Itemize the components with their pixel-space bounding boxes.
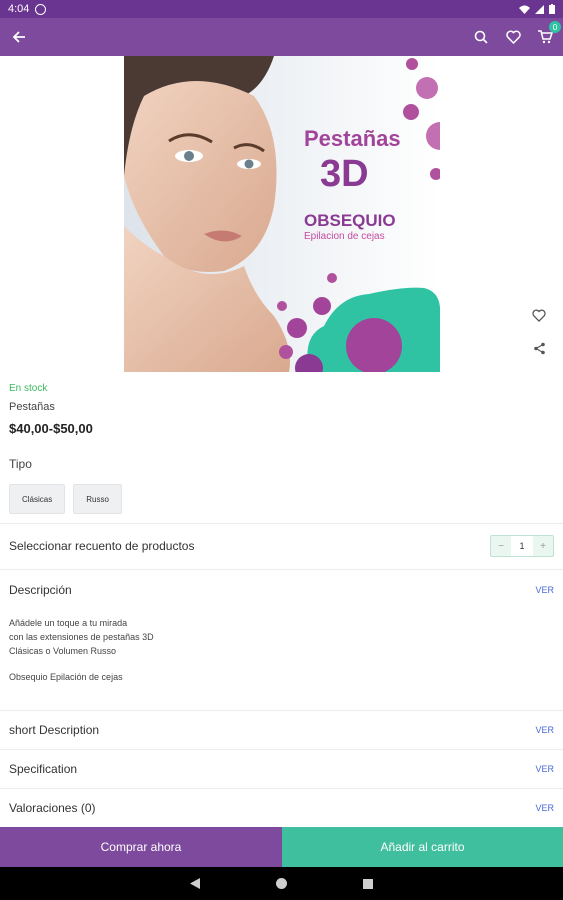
reviews-ver-link[interactable]: VER [535, 803, 554, 813]
cart-count-badge: 0 [549, 21, 561, 33]
decor-dot [277, 301, 287, 311]
description-line: Clásicas o Volumen Russo [9, 646, 117, 656]
specification-row[interactable]: Specification VER [0, 749, 563, 788]
app-bar: 0 [0, 18, 563, 56]
decor-dot [327, 273, 337, 283]
description-line: con las extensiones de pestañas 3D [9, 632, 154, 642]
option-russo[interactable]: Russo [73, 484, 122, 514]
decor-dot [406, 58, 418, 70]
wifi-icon [519, 5, 530, 14]
share-icon [533, 342, 545, 354]
share-button[interactable] [529, 338, 549, 358]
battery-icon [549, 4, 555, 14]
status-icons [519, 4, 555, 14]
option-label: Tipo [9, 457, 32, 471]
short-description-ver-link[interactable]: VER [535, 725, 554, 735]
nav-back-icon[interactable] [190, 878, 200, 889]
back-button[interactable] [8, 26, 30, 48]
reviews-row[interactable]: Valoraciones (0) VER [0, 788, 563, 827]
heart-icon [505, 30, 521, 44]
decor-dot [403, 104, 419, 120]
product-meta: En stock Pestañas $40,00-$50,00 [9, 383, 93, 436]
decor-dot [287, 318, 307, 338]
heart-outline-icon [532, 309, 546, 322]
system-nav-bar [0, 867, 563, 900]
quantity-stepper: − 1 + [490, 535, 554, 557]
decor-dot [313, 297, 331, 315]
product-image: Pestañas 3D OBSEQUIO Epilacion de cejas [124, 56, 440, 372]
quantity-decrease-button[interactable]: − [491, 536, 511, 556]
quantity-label: Seleccionar recuento de productos [9, 539, 195, 553]
description-row[interactable]: Descripción VER [0, 569, 563, 610]
notification-icon [35, 3, 47, 15]
cart-icon [537, 30, 553, 44]
quantity-increase-button[interactable]: + [533, 536, 553, 556]
nav-recents-icon[interactable] [363, 878, 373, 889]
favorite-button[interactable] [529, 305, 549, 325]
status-bar: 4:04 [0, 0, 563, 18]
search-button[interactable] [471, 27, 491, 47]
product-price: $40,00-$50,00 [9, 421, 93, 436]
stock-status: En stock [9, 383, 48, 394]
decor-dot [279, 345, 293, 359]
description-text: Añádele un toque a tu mirada con las ext… [9, 616, 539, 684]
add-to-cart-button[interactable]: Añadir al carrito [282, 827, 563, 867]
specification-label: Specification [9, 762, 78, 776]
banner-heading: Pestañas [304, 126, 401, 151]
description-label: Descripción [9, 583, 72, 597]
banner-heading-big: 3D [320, 153, 369, 195]
quantity-value[interactable]: 1 [511, 536, 533, 556]
reviews-label: Valoraciones (0) [9, 801, 96, 815]
arrow-left-icon [12, 31, 25, 43]
short-description-row[interactable]: short Description VER [0, 710, 563, 749]
signal-icon [535, 4, 544, 14]
app-bar-actions: 0 [471, 21, 561, 47]
description-line: Añádele un toque a tu mirada [9, 618, 128, 628]
decor-dot [346, 318, 402, 372]
banner-gift: OBSEQUIO [304, 211, 396, 230]
product-category: Pestañas [9, 401, 55, 413]
wishlist-button[interactable] [503, 27, 523, 47]
option-group: Clásicas Russo [9, 484, 122, 514]
banner-gift-sub: Epilacion de cejas [304, 231, 385, 242]
cart-button[interactable]: 0 [535, 21, 561, 47]
bottom-actions: Comprar ahora Añadir al carrito [0, 827, 563, 867]
decor-dot [416, 77, 438, 99]
description-ver-link[interactable]: VER [535, 585, 554, 595]
specification-ver-link[interactable]: VER [535, 764, 554, 774]
buy-now-button[interactable]: Comprar ahora [0, 827, 282, 867]
status-time: 4:04 [8, 3, 30, 15]
quantity-row: Seleccionar recuento de productos − 1 + [0, 523, 563, 568]
option-clasicas[interactable]: Clásicas [9, 484, 66, 514]
short-description-label: short Description [9, 723, 100, 737]
nav-home-icon[interactable] [276, 878, 287, 889]
product-banner: Pestañas 3D OBSEQUIO Epilacion de cejas [124, 56, 440, 372]
description-line: Obsequio Epilación de cejas [9, 672, 123, 682]
search-icon [474, 30, 488, 44]
